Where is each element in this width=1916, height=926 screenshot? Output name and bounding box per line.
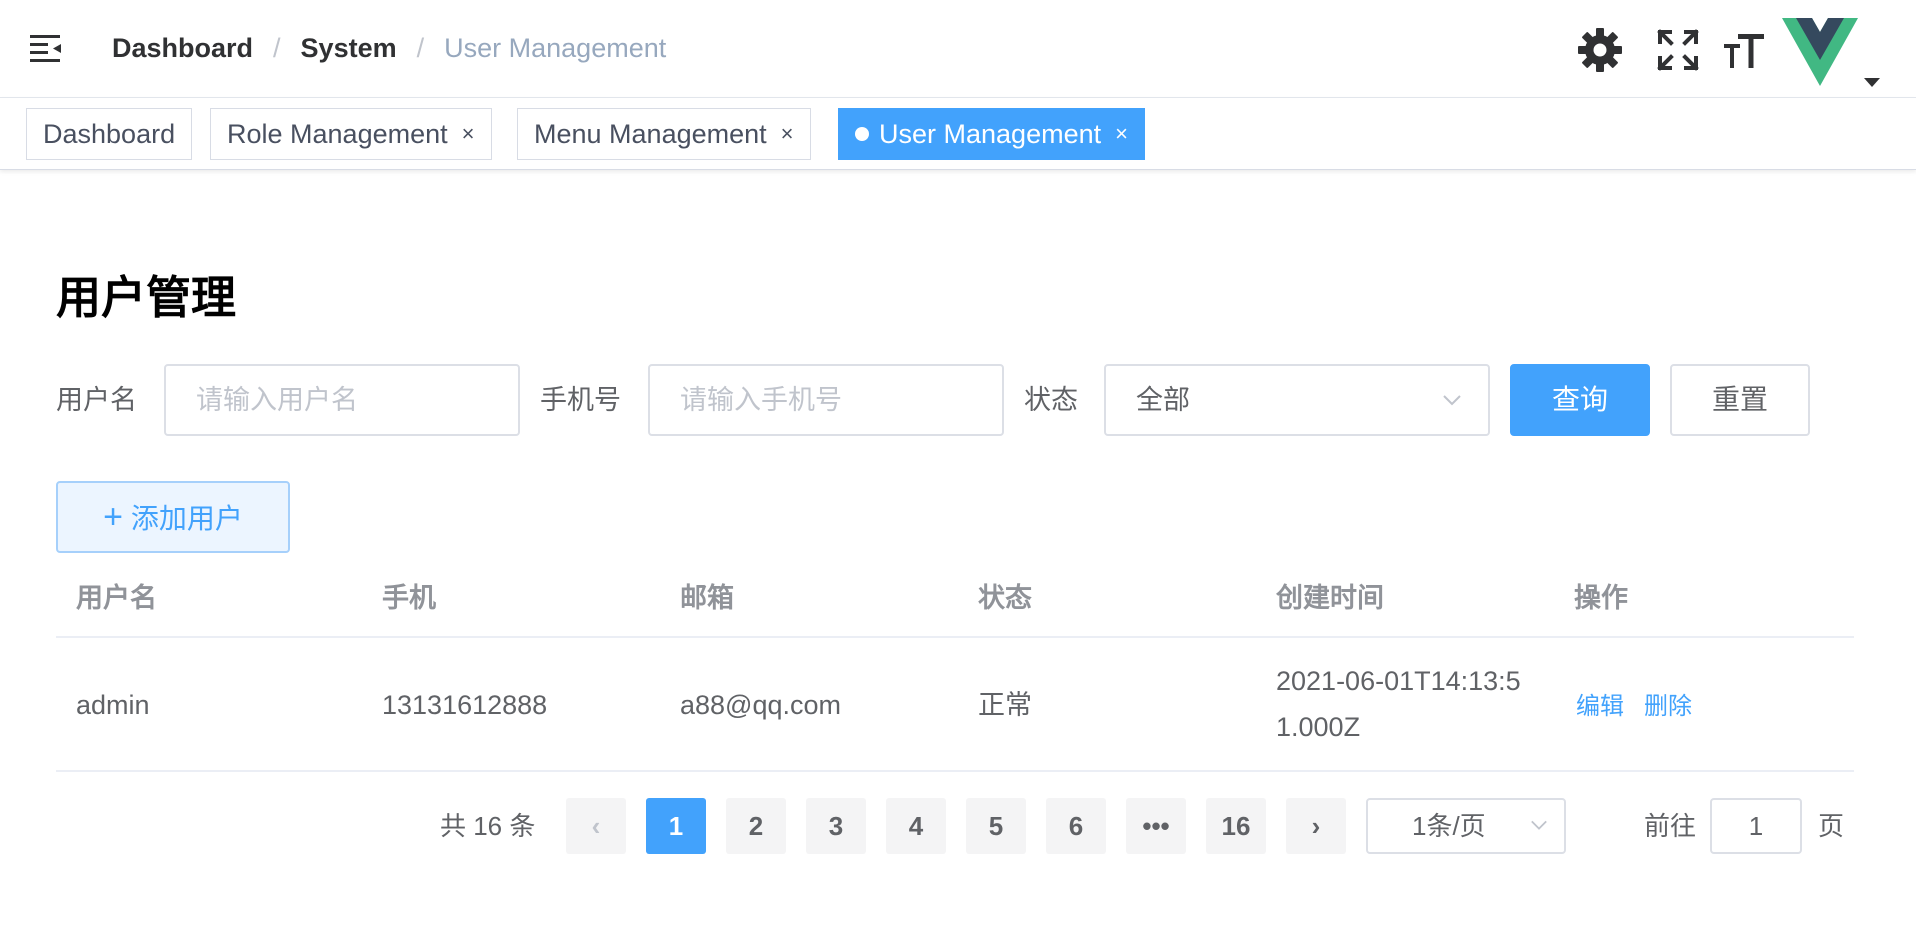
navbar: Dashboard / System / User Management [0, 0, 1916, 98]
tag-menu-management[interactable]: Menu Management × [517, 108, 811, 160]
chevron-down-icon [1443, 395, 1461, 406]
page-title: 用户管理 [56, 272, 237, 323]
breadcrumb-dashboard[interactable]: Dashboard [112, 33, 253, 63]
chevron-down-icon [1531, 820, 1547, 830]
cell-username: admin [76, 690, 150, 720]
cell-created-line2: 1.000Z [1276, 712, 1361, 742]
vue-logo-avatar[interactable] [1782, 16, 1858, 88]
page-size-value: 1条/页 [1412, 811, 1486, 841]
status-label: 状态 [1024, 385, 1078, 415]
page-4[interactable]: 4 [886, 798, 946, 854]
breadcrumb-separator: / [416, 33, 425, 63]
page-6[interactable]: 6 [1046, 798, 1106, 854]
cell-created: 2021-06-01T14:13:5 1.000Z [1276, 658, 1546, 750]
phone-label: 手机号 [540, 385, 621, 415]
goto-suffix: 页 [1818, 811, 1845, 841]
tag-label: User Management [879, 119, 1102, 149]
column-header-status: 状态 [978, 583, 1032, 613]
next-page-button[interactable]: › [1286, 798, 1346, 854]
breadcrumb: Dashboard / System / User Management [112, 30, 666, 66]
close-icon[interactable]: × [1115, 123, 1128, 145]
cell-actions: 编辑 删除 [1576, 682, 1712, 730]
fullscreen-icon[interactable] [1654, 26, 1702, 74]
column-header-created: 创建时间 [1276, 583, 1384, 613]
table-header: 用户名 手机 邮箱 状态 创建时间 操作 [56, 560, 1854, 638]
tags-view: Dashboard Role Management × Menu Managem… [0, 98, 1916, 170]
username-label: 用户名 [56, 385, 137, 415]
plus-icon: + [103, 498, 123, 536]
page-size-select[interactable]: 1条/页 [1366, 798, 1566, 854]
page-2[interactable]: 2 [726, 798, 786, 854]
tag-dashboard[interactable]: Dashboard [26, 108, 193, 160]
tag-label: Role Management [227, 119, 448, 149]
font-size-icon[interactable] [1720, 26, 1768, 74]
add-user-button[interactable]: + 添加用户 [56, 481, 290, 553]
avatar-dropdown-caret-icon[interactable] [1864, 78, 1880, 87]
close-icon[interactable]: × [781, 123, 794, 145]
active-dot-icon [855, 127, 869, 141]
breadcrumb-user-management: User Management [444, 33, 667, 63]
users-table: 用户名 手机 邮箱 状态 创建时间 操作 admin 13131612888 a… [56, 560, 1854, 772]
page-16[interactable]: 16 [1206, 798, 1266, 854]
edit-link[interactable]: 编辑 [1576, 693, 1624, 720]
status-select[interactable]: 全部 [1104, 364, 1490, 436]
hamburger-icon[interactable] [28, 32, 64, 64]
phone-input[interactable] [648, 364, 1004, 436]
goto-label: 前往 [1644, 811, 1697, 841]
cell-status: 正常 [978, 690, 1032, 720]
tag-user-management[interactable]: User Management × [838, 108, 1145, 160]
page-3[interactable]: 3 [806, 798, 866, 854]
gear-icon[interactable] [1576, 26, 1624, 74]
add-user-label: 添加用户 [130, 503, 243, 534]
page-ellipsis[interactable]: ••• [1126, 798, 1186, 854]
breadcrumb-separator: / [273, 33, 281, 63]
delete-link[interactable]: 删除 [1644, 693, 1692, 720]
table-row: admin 13131612888 a88@qq.com 正常 2021-06-… [56, 638, 1854, 772]
page-1[interactable]: 1 [646, 798, 706, 854]
prev-page-button[interactable]: ‹ [566, 798, 626, 854]
column-header-phone: 手机 [382, 583, 436, 613]
query-button[interactable]: 查询 [1510, 364, 1650, 436]
cell-email: a88@qq.com [680, 690, 841, 720]
column-header-email: 邮箱 [680, 583, 734, 613]
tag-role-management[interactable]: Role Management × [210, 108, 492, 160]
column-header-username: 用户名 [76, 583, 157, 613]
pagination-total: 共 16 条 [440, 811, 536, 841]
cell-phone: 13131612888 [382, 690, 548, 720]
tag-label: Dashboard [43, 119, 176, 149]
column-header-actions: 操作 [1574, 583, 1628, 613]
status-select-value: 全部 [1136, 385, 1190, 415]
breadcrumb-system[interactable]: System [301, 33, 397, 63]
cell-created-line1: 2021-06-01T14:13:5 [1276, 666, 1521, 696]
close-icon[interactable]: × [462, 123, 475, 145]
username-input[interactable] [164, 364, 520, 436]
reset-button[interactable]: 重置 [1670, 364, 1810, 436]
goto-page-input[interactable] [1710, 798, 1802, 854]
page-5[interactable]: 5 [966, 798, 1026, 854]
tag-label: Menu Management [534, 119, 767, 149]
